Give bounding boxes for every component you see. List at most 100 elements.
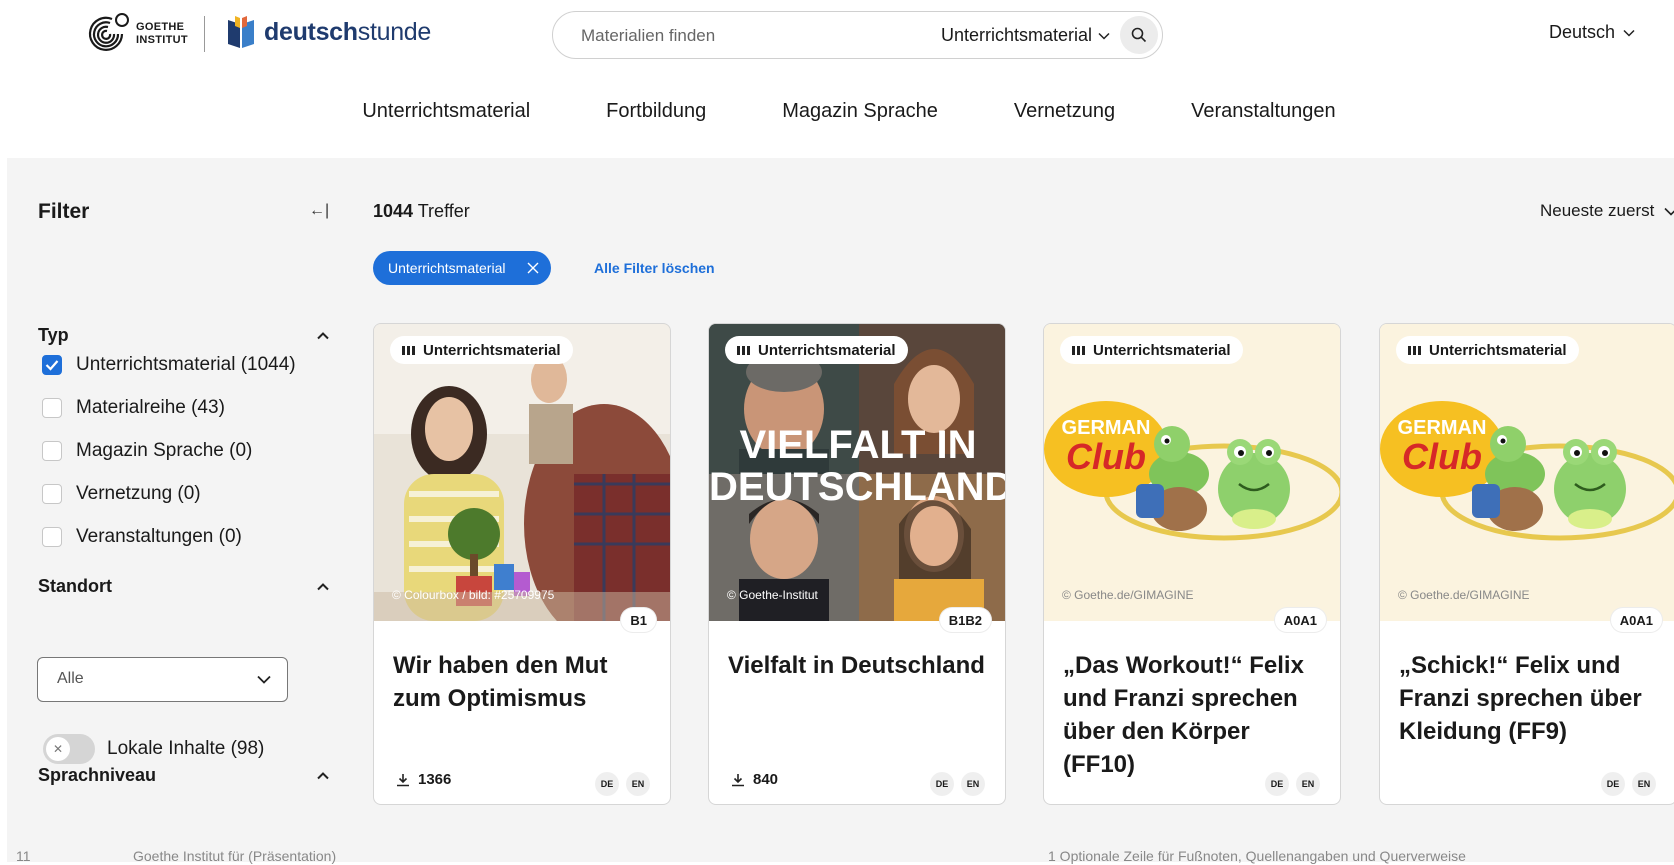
type-badge: Unterrichtsmaterial bbox=[725, 336, 908, 364]
lokale-inhalte-toggle[interactable]: ✕ bbox=[43, 734, 95, 764]
section-title-standort: Standort bbox=[38, 576, 112, 596]
card-title[interactable]: „Schick!“ Felix und Franzi sprechen über… bbox=[1399, 649, 1663, 748]
language-badges: DE EN bbox=[595, 772, 650, 796]
check-icon bbox=[45, 359, 59, 371]
language-badges: DE EN bbox=[1265, 772, 1320, 796]
footer-right-text: 1 Optionale Zeile für Fußnoten, Quellena… bbox=[1048, 848, 1466, 864]
material-card[interactable]: GERMAN Club Unterrichtsmaterial © Goethe… bbox=[1043, 323, 1341, 805]
card-title[interactable]: „Das Workout!“ Felix und Franzi sprechen… bbox=[1063, 649, 1327, 781]
active-filter-chip[interactable]: Unterrichtsmaterial bbox=[373, 251, 552, 285]
language-badges: DE EN bbox=[930, 772, 985, 796]
close-icon: ✕ bbox=[46, 737, 70, 761]
type-badge: Unterrichtsmaterial bbox=[390, 336, 573, 364]
goethe-logo[interactable]: GOETHE INSTITUT bbox=[82, 10, 188, 58]
classroom-photo bbox=[374, 324, 670, 621]
deutschstunde-logo[interactable]: deutschstunde bbox=[226, 14, 431, 50]
card-image: Unterrichtsmaterial © Colourbox / bild: … bbox=[374, 324, 670, 621]
level-badge: B1B2 bbox=[939, 608, 991, 632]
standort-select-value: Alle bbox=[57, 670, 84, 687]
search-scope-label: Unterrichtsmaterial bbox=[941, 25, 1093, 45]
typ-options: Unterrichtsmaterial (1044) Materialreihe… bbox=[42, 343, 296, 558]
typ-option-veranstaltungen[interactable]: Veranstaltungen (0) bbox=[42, 515, 296, 558]
type-badge: Unterrichtsmaterial bbox=[1060, 336, 1243, 364]
checkbox[interactable] bbox=[42, 526, 62, 547]
typ-option-label: Materialreihe (43) bbox=[76, 396, 225, 418]
type-badge-label: Unterrichtsmaterial bbox=[1429, 341, 1567, 359]
typ-option-unterrichtsmaterial[interactable]: Unterrichtsmaterial (1044) bbox=[42, 343, 296, 386]
download-count: 840 bbox=[731, 771, 778, 788]
checkbox[interactable] bbox=[42, 440, 62, 461]
footer-number: 11 bbox=[16, 848, 31, 864]
card-title[interactable]: Wir haben den Mut zum Optimismus bbox=[393, 649, 657, 715]
language-badges: DE EN bbox=[1601, 772, 1656, 796]
nav-unterrichtsmaterial[interactable]: Unterrichtsmaterial bbox=[362, 100, 530, 123]
checkbox-checked[interactable] bbox=[42, 354, 62, 375]
close-icon[interactable] bbox=[527, 262, 539, 274]
goethe-logo-line2: INSTITUT bbox=[136, 34, 188, 46]
type-badge-label: Unterrichtsmaterial bbox=[423, 341, 561, 359]
nav-veranstaltungen[interactable]: Veranstaltungen bbox=[1191, 100, 1336, 123]
typ-option-vernetzung[interactable]: Vernetzung (0) bbox=[42, 472, 296, 515]
chevron-up-icon[interactable] bbox=[317, 770, 329, 782]
image-headline: VIELFALT IN bbox=[739, 423, 977, 467]
card-title[interactable]: Vielfalt in Deutschland bbox=[728, 649, 992, 682]
material-card[interactable]: GERMAN Club Unterrichtsmaterial © Goethe… bbox=[1379, 323, 1674, 805]
level-badge: A0A1 bbox=[1610, 608, 1662, 632]
typ-option-label: Veranstaltungen (0) bbox=[76, 525, 242, 547]
chevron-down-icon bbox=[1664, 207, 1674, 216]
typ-option-materialreihe[interactable]: Materialreihe (43) bbox=[42, 386, 296, 429]
level-badge: B1 bbox=[621, 608, 656, 632]
search-button[interactable] bbox=[1120, 16, 1158, 54]
typ-option-label: Vernetzung (0) bbox=[76, 482, 201, 504]
language-badge: EN bbox=[1296, 772, 1320, 796]
language-selector[interactable]: Deutsch bbox=[1549, 22, 1635, 43]
footer-left-text: Goethe Institut für (Präsentation) bbox=[133, 848, 337, 864]
goethe-logo-line1: GOETHE bbox=[136, 21, 185, 33]
typ-option-magazin-sprache[interactable]: Magazin Sprache (0) bbox=[42, 429, 296, 472]
language-badge: DE bbox=[595, 772, 619, 796]
material-card[interactable]: Unterrichtsmaterial © Colourbox / bild: … bbox=[373, 323, 671, 805]
material-card[interactable]: Unterrichtsmaterial VIELFALT IN DEUTSCHL… bbox=[708, 323, 1006, 805]
club-logo-bottom: Club bbox=[1066, 436, 1146, 477]
checkbox[interactable] bbox=[42, 483, 62, 504]
standort-select[interactable]: Alle bbox=[37, 657, 288, 702]
search-scope-dropdown[interactable]: Unterrichtsmaterial bbox=[941, 25, 1110, 46]
collapse-filter-button[interactable]: ←| bbox=[309, 202, 329, 220]
section-title-sprachniveau: Sprachniveau bbox=[38, 765, 157, 785]
language-badge: DE bbox=[930, 772, 954, 796]
sort-dropdown[interactable]: Neueste zuerst bbox=[1540, 201, 1674, 221]
content-area: Filter ←| Typ Unterrichtsmaterial (1044)… bbox=[7, 158, 1674, 862]
active-filter-label: Unterrichtsmaterial bbox=[388, 260, 506, 276]
material-icon bbox=[737, 345, 750, 355]
language-badge: EN bbox=[1632, 772, 1656, 796]
checkbox[interactable] bbox=[42, 397, 62, 418]
chevron-up-icon[interactable] bbox=[317, 581, 329, 593]
image-headline: DEUTSCHLAND bbox=[709, 465, 1006, 509]
chevron-up-icon[interactable] bbox=[317, 330, 329, 342]
nav-magazin-sprache[interactable]: Magazin Sprache bbox=[782, 100, 938, 123]
sort-label: Neueste zuerst bbox=[1540, 201, 1655, 220]
book-icon bbox=[228, 16, 254, 48]
download-icon bbox=[397, 773, 409, 786]
lokale-inhalte-toggle-row: ✕ Lokale Inhalte (98) bbox=[43, 734, 264, 764]
nav-fortbildung[interactable]: Fortbildung bbox=[606, 100, 706, 123]
german-club-frogs-illustration: GERMAN Club bbox=[1380, 324, 1674, 621]
image-credit: © Goethe.de/GIMAGINE bbox=[1062, 588, 1194, 602]
filter-title: Filter bbox=[38, 200, 90, 223]
type-badge: Unterrichtsmaterial bbox=[1396, 336, 1579, 364]
search-bar: Unterrichtsmaterial bbox=[552, 11, 1163, 59]
image-credit: © Goethe.de/GIMAGINE bbox=[1398, 588, 1530, 602]
image-credit: © Goethe-Institut bbox=[727, 588, 818, 602]
clear-filters-link[interactable]: Alle Filter löschen bbox=[594, 260, 715, 276]
language-badge: DE bbox=[1601, 772, 1625, 796]
chevron-down-icon bbox=[1098, 32, 1110, 40]
card-image: Unterrichtsmaterial VIELFALT IN DEUTSCHL… bbox=[709, 324, 1006, 621]
goethe-circles-icon bbox=[88, 13, 129, 51]
results-count: 1044 Treffer bbox=[373, 201, 470, 222]
results-count-label: Treffer bbox=[417, 201, 470, 221]
site-header: GOETHE INSTITUT deutschstunde Unterricht… bbox=[0, 0, 1674, 158]
search-input[interactable] bbox=[581, 24, 911, 48]
brand-regular: stunde bbox=[357, 17, 432, 46]
nav-vernetzung[interactable]: Vernetzung bbox=[1014, 100, 1115, 123]
toggle-label: Lokale Inhalte (98) bbox=[107, 738, 265, 759]
